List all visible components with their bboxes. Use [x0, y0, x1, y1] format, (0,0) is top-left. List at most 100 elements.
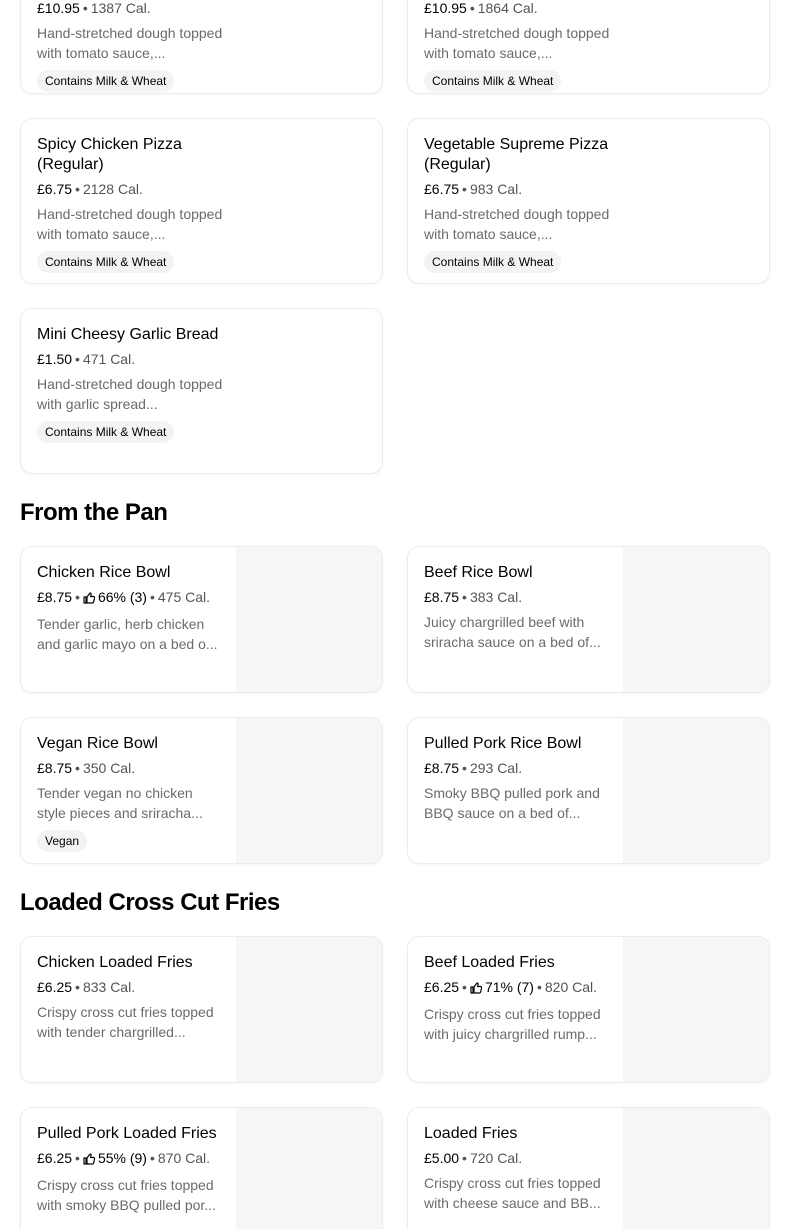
menu-item-title: Pulled Pork Loaded Fries: [37, 1125, 217, 1142]
menu-item-description: Hand-stretched dough topped with tomato …: [37, 25, 223, 61]
menu-item-card[interactable]: Vegetable Supreme Pizza (Regular) £6.75 •…: [407, 118, 770, 284]
menu-item-card[interactable]: £10.95 • 1864 Cal. Hand-stretched dough to…: [407, 0, 770, 94]
menu-item-description: Hand-stretched dough topped with tomato …: [424, 25, 610, 61]
thumbs-up-icon: [83, 590, 96, 608]
menu-item-content: £10.95 • 1864 Cal. Hand-stretched dough to…: [424, 0, 610, 92]
separator-dot: •: [75, 351, 80, 367]
menu-item-title: Loaded Fries: [424, 1125, 518, 1142]
menu-item-content: Chicken Loaded Fries £6.25 • 833 Cal. Cris…: [37, 953, 223, 1042]
menu-item-image: [236, 937, 382, 1082]
dietary-badge: Vegan: [37, 830, 88, 852]
menu-item-card[interactable]: Beef Loaded Fries £6.25 • 71% (7) • 820 Cal.…: [407, 936, 770, 1083]
menu-page: £10.95 • 1387 Cal. Hand-stretched dough to…: [0, 0, 804, 1229]
menu-item-price: £8.75: [37, 760, 73, 776]
allergen-badge: Contains Milk & Wheat: [37, 70, 175, 92]
menu-item-calories: 471 Cal.: [82, 351, 136, 367]
menu-item-description: Hand-stretched dough topped with tomato …: [37, 206, 223, 242]
menu-item-card[interactable]: Mini Cheesy Garlic Bread £1.50 • 471 Cal. …: [20, 308, 383, 474]
menu-item-description: Tender vegan no chicken style pieces and…: [37, 785, 203, 821]
menu-item-meta: £1.50 • 471 Cal.: [37, 350, 223, 368]
separator-dot: •: [462, 181, 467, 197]
menu-item-image: [236, 547, 382, 692]
menu-item-image: [236, 1108, 382, 1229]
menu-item-card[interactable]: Vegan Rice Bowl £8.75 • 350 Cal. Tender ve…: [20, 717, 383, 864]
menu-item-meta: £10.95 • 1387 Cal.: [37, 0, 223, 17]
menu-item-meta: £5.00 • 720 Cal.: [424, 1149, 610, 1167]
menu-item-meta: £6.25 • 71% (7) • 820 Cal.: [424, 978, 610, 998]
menu-item-image: [623, 1108, 769, 1229]
menu-item-meta: £6.25 • 55% (9) • 870 Cal.: [37, 1149, 223, 1169]
menu-item-calories: 1864 Cal.: [477, 0, 538, 16]
menu-item-card[interactable]: Spicy Chicken Pizza (Regular) £6.75 • 2128…: [20, 118, 383, 284]
menu-item-price: £8.75: [424, 589, 460, 605]
menu-item-meta: £6.25 • 833 Cal.: [37, 978, 223, 996]
menu-item-price: £6.25: [424, 979, 460, 995]
menu-item-meta: £8.75 • 350 Cal.: [37, 759, 223, 777]
menu-item-description: Crispy cross cut fries topped with chees…: [424, 1175, 601, 1211]
menu-item-price: £8.75: [37, 589, 73, 605]
menu-item-price: £8.75: [424, 760, 460, 776]
menu-item-meta: £8.75 • 293 Cal.: [424, 759, 610, 777]
separator-dot: •: [75, 589, 80, 605]
menu-item-image: [236, 718, 382, 863]
menu-item-description: Smoky BBQ pulled pork and BBQ sauce on a…: [424, 785, 600, 821]
menu-item-content: Vegan Rice Bowl £8.75 • 350 Cal. Tender ve…: [37, 734, 223, 852]
menu-item-calories: 983 Cal.: [469, 181, 523, 197]
menu-item-calories: 2128 Cal.: [82, 181, 143, 197]
menu-item-price: £6.25: [37, 1150, 73, 1166]
section-title-loaded-fries: Loaded Cross Cut Fries: [20, 889, 280, 916]
menu-item-rating: 66% (3): [97, 589, 147, 605]
menu-item-image: [623, 547, 769, 692]
menu-item-meta: £6.75 • 2128 Cal.: [37, 180, 223, 198]
separator-dot: •: [149, 1150, 155, 1166]
separator-dot: •: [149, 589, 155, 605]
menu-item-calories: 475 Cal.: [157, 589, 211, 605]
separator-dot: •: [75, 1150, 80, 1166]
menu-item-price: £6.75: [424, 181, 460, 197]
separator-dot: •: [536, 979, 542, 995]
menu-item-calories: 870 Cal.: [157, 1150, 211, 1166]
separator-dot: •: [462, 979, 467, 995]
menu-item-card[interactable]: Chicken Loaded Fries £6.25 • 833 Cal. Cris…: [20, 936, 383, 1083]
menu-item-card[interactable]: Chicken Rice Bowl £8.75 • 66% (3) • 475 Cal.…: [20, 546, 383, 693]
separator-dot: •: [462, 589, 467, 605]
menu-item-content: Loaded Fries £5.00 • 720 Cal. Crispy cross…: [424, 1124, 610, 1213]
allergen-badge: Contains Milk & Wheat: [37, 251, 175, 273]
separator-dot: •: [469, 0, 475, 16]
separator-dot: •: [82, 0, 88, 16]
menu-item-title: Chicken Rice Bowl: [37, 564, 171, 581]
menu-item-card[interactable]: Beef Rice Bowl £8.75 • 383 Cal. Juicy char…: [407, 546, 770, 693]
menu-item-title: Beef Loaded Fries: [424, 954, 555, 971]
menu-item-description: Hand-stretched dough topped with garlic …: [37, 376, 223, 412]
menu-item-title: Vegetable Supreme Pizza (Regular): [424, 136, 609, 173]
thumbs-up-icon: [470, 980, 483, 998]
menu-item-content: Chicken Rice Bowl £8.75 • 66% (3) • 475 Cal.…: [37, 563, 223, 654]
menu-item-description: Crispy cross cut fries topped with smoky…: [37, 1177, 216, 1213]
menu-item-card[interactable]: Pulled Pork Rice Bowl £8.75 • 293 Cal. Smo…: [407, 717, 770, 864]
menu-item-price: £5.00: [424, 1150, 460, 1166]
menu-item-content: £10.95 • 1387 Cal. Hand-stretched dough to…: [37, 0, 223, 92]
section-title-from-the-pan: From the Pan: [20, 499, 168, 526]
menu-item-calories: 293 Cal.: [469, 760, 523, 776]
menu-item-price: £10.95: [424, 0, 467, 16]
menu-item-image: [623, 937, 769, 1082]
menu-item-calories: 820 Cal.: [544, 979, 598, 995]
menu-item-card[interactable]: £10.95 • 1387 Cal. Hand-stretched dough to…: [20, 0, 383, 94]
menu-item-title: Vegan Rice Bowl: [37, 735, 158, 752]
menu-item-price: £6.25: [37, 979, 73, 995]
menu-item-rating: 55% (9): [97, 1150, 147, 1166]
menu-item-card[interactable]: Pulled Pork Loaded Fries £6.25 • 55% (9) • 8…: [20, 1107, 383, 1229]
menu-item-description: Hand-stretched dough topped with tomato …: [424, 206, 610, 242]
menu-item-price: £10.95: [37, 0, 80, 16]
menu-item-calories: 720 Cal.: [469, 1150, 523, 1166]
menu-item-price: £6.75: [37, 181, 73, 197]
menu-item-description: Tender garlic, herb chicken and garlic m…: [37, 616, 218, 652]
menu-item-card[interactable]: Loaded Fries £5.00 • 720 Cal. Crispy cross…: [407, 1107, 770, 1229]
menu-item-rating: 71% (7): [484, 979, 534, 995]
menu-item-title: Beef Rice Bowl: [424, 564, 533, 581]
allergen-badge: Contains Milk & Wheat: [424, 70, 562, 92]
menu-item-calories: 383 Cal.: [469, 589, 523, 605]
separator-dot: •: [462, 1150, 467, 1166]
menu-item-content: Vegetable Supreme Pizza (Regular) £6.75 •…: [424, 135, 610, 273]
menu-item-title: Chicken Loaded Fries: [37, 954, 193, 971]
